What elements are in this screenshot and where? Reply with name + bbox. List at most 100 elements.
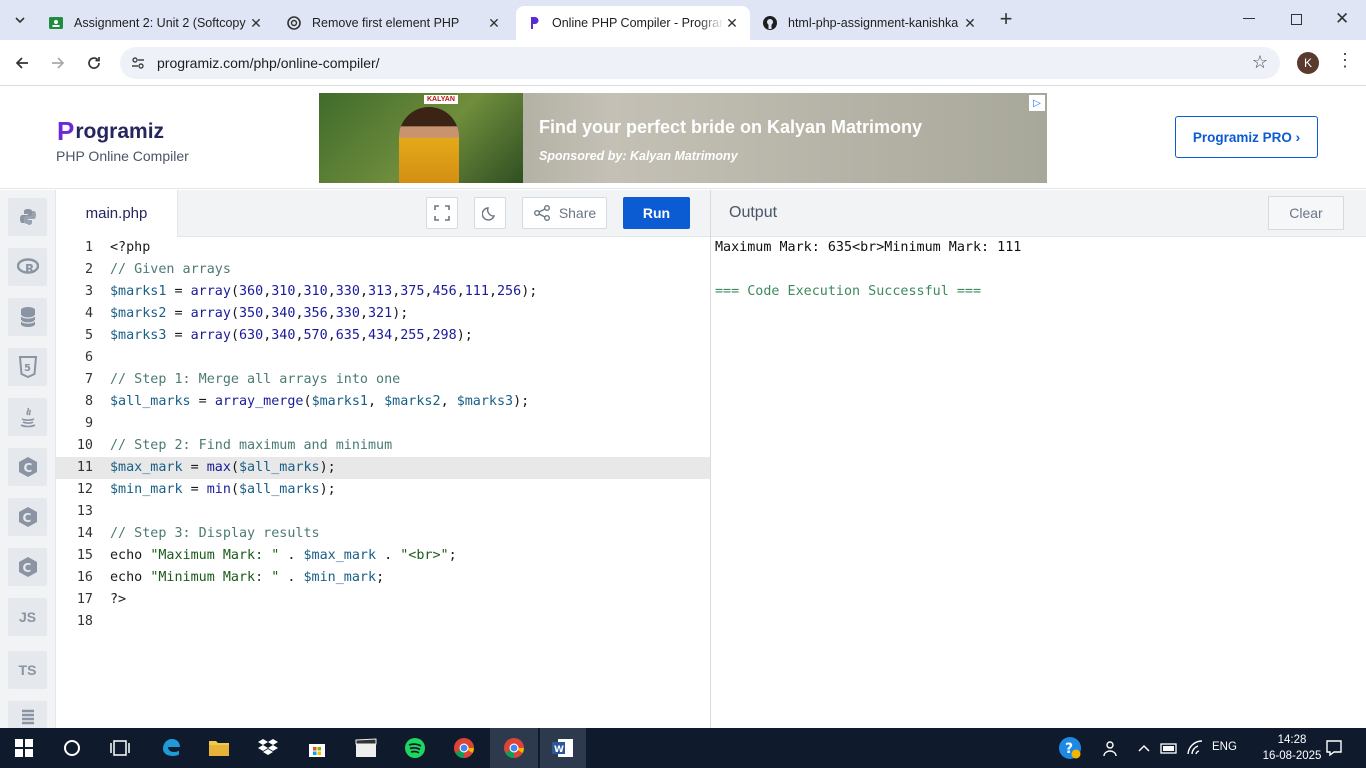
spotify-icon[interactable] [399,732,431,764]
output-line: Maximum Mark: 635<br>Minimum Mark: 111 [715,240,1022,255]
new-tab-button[interactable]: + [996,8,1016,32]
dropbox-icon[interactable] [252,732,284,764]
code-text: // Step 3: Display results [110,526,320,541]
tab-search-button[interactable] [9,9,31,31]
share-label: Share [558,205,597,221]
code-line[interactable]: 15 echo "Maximum Mark: " . $max_mark . "<… [56,545,710,567]
chrome-active-icon[interactable] [490,728,538,768]
back-button[interactable] [7,48,37,78]
share-button[interactable]: Share [522,197,607,229]
cpp-icon[interactable]: C [8,498,47,536]
url-text: programiz.com/php/online-compiler/ [157,55,380,71]
code-line[interactable]: 17 ?> [56,589,710,611]
close-tab-icon[interactable]: ✕ [724,15,740,32]
browser-tab-remove-first[interactable]: Remove first element PHP ✕ [276,6,512,40]
code-line[interactable]: 10 // Step 2: Find maximum and minimum [56,435,710,457]
line-number: 11 [76,460,93,475]
run-button[interactable]: Run [623,197,690,229]
sql-icon[interactable] [8,298,47,336]
reload-button[interactable] [79,48,109,78]
browser-tab-programiz[interactable]: Online PHP Compiler - Programiz ✕ [516,6,750,40]
code-line[interactable]: 5 $marks3 = array(630,340,570,635,434,255… [56,325,710,347]
file-tab[interactable]: main.php [56,190,178,237]
ad-banner[interactable]: KALYAN Find your perfect bride on Kalyan… [319,93,1047,183]
minimize-window-button[interactable] [1243,18,1255,19]
code-line[interactable]: 18 [56,611,710,633]
programiz-pro-button[interactable]: Programiz PRO › [1175,116,1318,158]
code-text: echo "Minimum Mark: " . $min_mark; [110,570,385,585]
code-line[interactable]: 12 $min_mark = min($all_marks); [56,479,710,501]
code-line[interactable]: 2 // Given arrays [56,259,710,281]
site-settings-icon[interactable] [130,55,146,71]
forward-button[interactable] [43,48,73,78]
ts-icon[interactable]: TS [8,651,47,689]
browser-menu-icon[interactable]: ⋮ [1336,50,1354,71]
clear-button[interactable]: Clear [1268,196,1344,230]
code-line[interactable]: 1 <?php [56,237,710,259]
close-tab-icon[interactable]: ✕ [962,15,978,32]
help-icon[interactable]: ? [1054,732,1086,764]
line-number: 10 [76,438,93,453]
file-explorer-icon[interactable] [203,732,235,764]
people-icon[interactable] [1096,732,1128,764]
programiz-logo[interactable]: Programiz [57,116,164,147]
battery-icon[interactable] [1156,732,1182,764]
line-number: 8 [84,394,93,409]
close-window-button[interactable]: ✕ [1335,9,1349,29]
browser-tab-github[interactable]: html-php-assignment-kanishka ✕ [752,6,988,40]
line-number: 16 [76,570,93,585]
code-line[interactable]: 3 $marks1 = array(360,310,310,330,313,375… [56,281,710,303]
address-bar[interactable]: programiz.com/php/online-compiler/ ☆ [120,47,1280,79]
output-header: Output Clear [711,190,1366,237]
swift-icon[interactable] [8,701,47,728]
search-icon[interactable] [56,732,88,764]
tab-title: Online PHP Compiler - Programiz [552,16,724,30]
word-icon[interactable]: W [540,728,586,768]
windows-start-icon[interactable] [8,732,40,764]
code-line[interactable]: 4 $marks2 = array(350,340,356,330,321); [56,303,710,325]
language-indicator[interactable]: ENG [1212,741,1237,753]
close-tab-icon[interactable]: ✕ [486,15,502,32]
code-line[interactable]: 13 [56,501,710,523]
microsoft-store-icon[interactable] [301,732,333,764]
edge-icon[interactable] [155,732,187,764]
code-editor[interactable]: 1 <?php 2 // Given arrays 3 $marks1 = array(3… [56,237,710,728]
code-line[interactable]: 8 $all_marks = array_merge($marks1, $mark… [56,391,710,413]
adchoices-icon[interactable]: ▷ [1029,95,1045,111]
js-icon[interactable]: JS [8,598,47,636]
wifi-icon[interactable] [1182,732,1208,764]
code-line[interactable]: 7 // Step 1: Merge all arrays into one [56,369,710,391]
dark-mode-button[interactable] [474,197,506,229]
java-icon[interactable] [8,398,47,436]
clapper-app-icon[interactable] [350,732,382,764]
bookmark-star-icon[interactable]: ☆ [1252,52,1268,73]
code-text: $min_mark = min($all_marks); [110,482,336,497]
code-text: ?> [110,592,127,607]
line-number: 1 [84,240,93,255]
code-line[interactable]: 9 [56,413,710,435]
code-line[interactable]: 14 // Step 3: Display results [56,523,710,545]
r-icon[interactable]: R [8,248,47,286]
code-line[interactable]: 11 $max_mark = max($all_marks); [56,457,710,479]
fullscreen-button[interactable] [426,197,458,229]
profile-avatar[interactable]: K [1297,52,1319,74]
c-icon[interactable]: C [8,448,47,486]
line-number: 15 [76,548,93,563]
python-icon[interactable] [8,198,47,236]
clock-date: 16-08-2025 [1262,750,1322,762]
clock[interactable]: 14:28 16-08-2025 [1262,732,1322,764]
ad-sponsor: Sponsored by: Kalyan Matrimony [539,149,738,163]
code-line[interactable]: 6 [56,347,710,369]
browser-tab-assignment[interactable]: Assignment 2: Unit 2 (Softcopy ✕ [38,6,274,40]
html5-icon[interactable]: 5 [8,348,47,386]
code-line[interactable]: 16 echo "Minimum Mark: " . $min_mark; [56,567,710,589]
chrome-icon[interactable] [448,732,480,764]
task-view-icon[interactable] [104,732,136,764]
close-tab-icon[interactable]: ✕ [248,15,264,32]
chevron-up-icon[interactable] [1132,732,1156,764]
csharp-icon[interactable]: C [8,548,47,586]
notifications-icon[interactable] [1318,732,1350,764]
line-number: 9 [84,416,93,431]
restore-window-button[interactable] [1291,14,1302,25]
line-number: 3 [84,284,93,299]
